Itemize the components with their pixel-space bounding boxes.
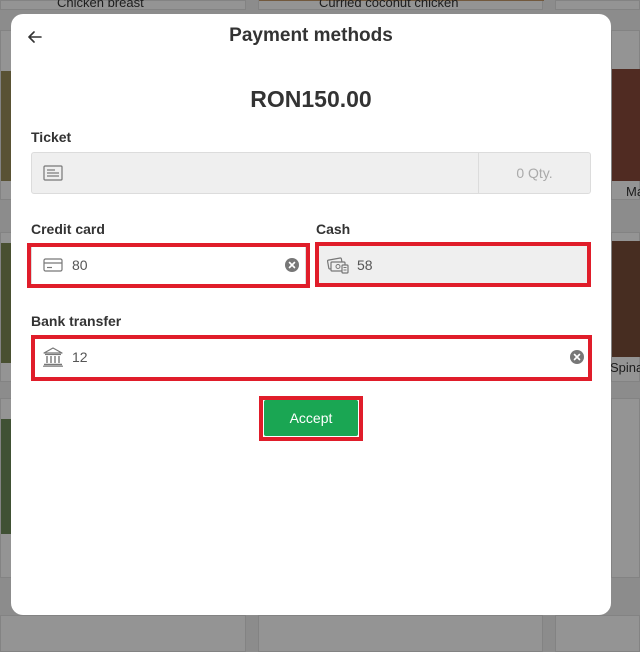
ticket-input <box>64 153 478 193</box>
bank-transfer-label: Bank transfer <box>31 313 122 329</box>
ticket-qty: 0 Qty. <box>478 153 590 193</box>
total-amount: RON150.00 <box>250 86 372 112</box>
credit-card-icon <box>42 254 64 276</box>
ticket-field: 0 Qty. <box>31 152 591 194</box>
ticket-label: Ticket <box>31 129 72 145</box>
cash-field <box>316 244 591 286</box>
close-icon <box>288 261 296 269</box>
clear-credit-card-button[interactable] <box>285 258 299 272</box>
cash-icon <box>327 254 349 276</box>
cash-input <box>349 245 590 285</box>
credit-card-input[interactable] <box>64 245 285 285</box>
payment-methods-modal: Payment methods RON150.00 Ticket 0 Qty. … <box>11 14 611 615</box>
credit-card-label: Credit card <box>31 221 105 237</box>
modal-title: Payment methods <box>229 25 393 46</box>
bank-icon <box>42 346 64 368</box>
bank-transfer-input[interactable] <box>64 337 570 377</box>
clear-bank-transfer-button[interactable] <box>570 350 584 364</box>
cash-label: Cash <box>316 221 351 237</box>
ticket-icon <box>42 162 64 184</box>
close-icon <box>573 353 581 361</box>
bank-transfer-field[interactable] <box>31 336 591 378</box>
credit-card-field[interactable] <box>31 244 306 286</box>
accept-button[interactable]: Accept <box>264 400 358 436</box>
